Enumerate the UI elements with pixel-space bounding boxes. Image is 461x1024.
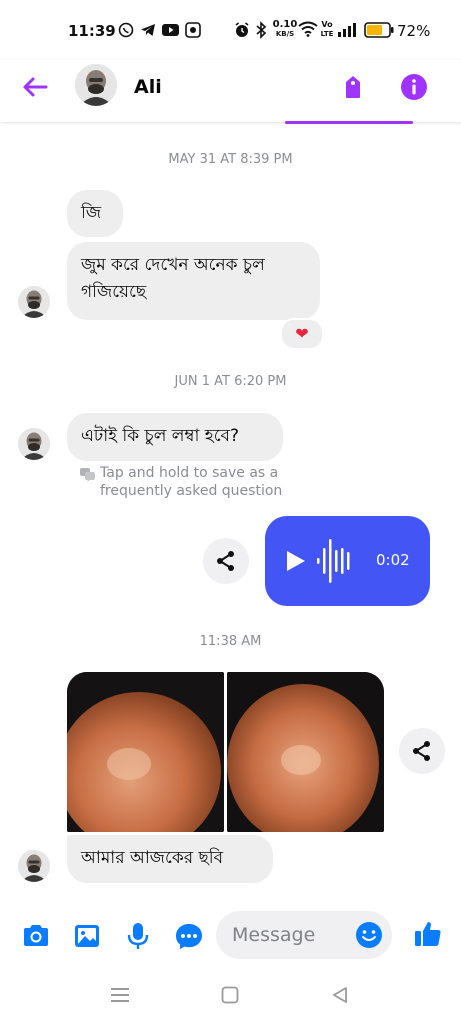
home-icon[interactable] [221, 986, 239, 1004]
share-icon [217, 551, 234, 571]
header-accent-line [285, 121, 413, 124]
avatar[interactable] [18, 428, 50, 460]
alarm-icon [235, 22, 249, 37]
message-text: এটাই কি চুল লম্বা হবে? [81, 426, 240, 446]
message-text: জুম করে দেখেন অনেক চুল [81, 255, 265, 275]
menu-icon[interactable] [111, 987, 129, 1003]
timestamp: 11:38 AM [199, 634, 262, 649]
chat-header [0, 60, 461, 122]
signal-icon [338, 23, 356, 37]
camera-icon[interactable] [20, 920, 52, 952]
faq-bubble-icon [80, 468, 95, 482]
message-text: গজিয়েছে [81, 282, 147, 302]
message-bubble[interactable]: জি [67, 190, 123, 237]
avatar[interactable] [18, 850, 50, 882]
voice-duration: 0:02 [376, 551, 410, 569]
message-placeholder[interactable]: Message [232, 924, 315, 946]
back-arrow-icon[interactable] [20, 72, 50, 102]
faq-hint[interactable]: Tap and hold to save as a frequently ask… [100, 464, 282, 500]
navigation-bar [0, 965, 461, 1024]
gallery-icon[interactable] [71, 920, 103, 952]
mic-icon[interactable] [122, 920, 154, 952]
chat-icon[interactable] [173, 920, 205, 952]
status-bar: 11:39 0.10 KB/S Vo LTE 72% [0, 0, 461, 60]
message-bubble[interactable]: জুম করে দেখেন অনেক চুল গজিয়েছে [67, 242, 320, 320]
battery-icon [364, 22, 394, 38]
bluetooth-icon [256, 21, 267, 39]
photo-attachment[interactable] [227, 672, 384, 832]
battery-percent: 72% [397, 22, 431, 40]
share-button[interactable] [399, 728, 445, 774]
app-notification-icon [185, 22, 201, 38]
avatar[interactable] [18, 286, 50, 318]
network-speed: 0.10 KB/S [272, 19, 298, 39]
emoji-icon[interactable] [355, 921, 383, 949]
waveform [317, 539, 350, 583]
timestamp: JUN 1 AT 6:20 PM [174, 374, 287, 389]
message-text: জি [81, 203, 102, 223]
timestamp: MAY 31 AT 8:39 PM [168, 152, 293, 167]
share-button[interactable] [203, 538, 249, 584]
tag-icon[interactable] [338, 72, 368, 102]
reaction-badge[interactable]: ❤ [280, 318, 324, 350]
youtube-icon [162, 24, 179, 36]
message-text: আমার আজকের ছবি [81, 848, 224, 868]
status-time: 11:39 [68, 22, 116, 40]
avatar[interactable] [75, 64, 117, 106]
contact-name[interactable]: Ali [134, 76, 162, 98]
photo-attachment[interactable] [67, 672, 224, 832]
share-icon [413, 741, 430, 761]
volte-indicator: Vo LTE [320, 20, 334, 39]
thumbs-up-icon[interactable] [412, 918, 444, 950]
wifi-icon [298, 21, 318, 37]
message-bubble[interactable]: আমার আজকের ছবি [67, 835, 273, 883]
back-icon[interactable] [331, 986, 349, 1004]
telegram-icon [141, 24, 155, 36]
info-icon[interactable] [399, 72, 429, 102]
whatsapp-icon [118, 22, 134, 38]
play-icon[interactable] [285, 549, 307, 573]
message-bubble[interactable]: এটাই কি চুল লম্বা হবে? [67, 413, 283, 461]
